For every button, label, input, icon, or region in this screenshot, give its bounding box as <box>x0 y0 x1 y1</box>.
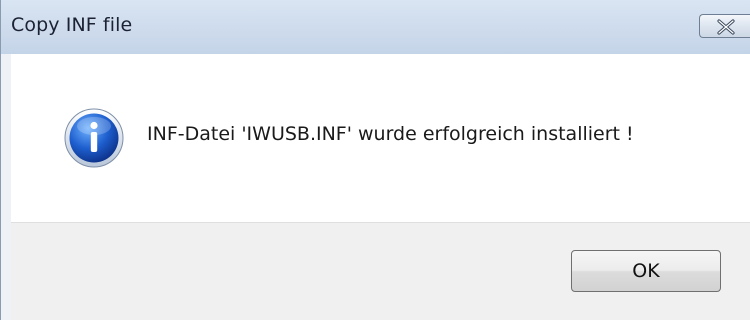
button-bar: OK <box>11 222 750 320</box>
close-icon <box>717 19 735 35</box>
dialog-title: Copy INF file <box>11 14 133 36</box>
close-button[interactable] <box>699 14 750 38</box>
dialog-message: INF-Datei 'IWUSB.INF' wurde erfolgreich … <box>147 123 634 145</box>
ok-button[interactable]: OK <box>571 250 721 292</box>
info-icon <box>64 108 124 168</box>
dialog-window: Copy INF file INF-Datei 'IWUSB.INF' wurd… <box>0 0 750 320</box>
message-area: INF-Datei 'IWUSB.INF' wurde erfolgreich … <box>11 54 750 222</box>
title-bar[interactable]: Copy INF file <box>1 0 750 54</box>
dialog-body: INF-Datei 'IWUSB.INF' wurde erfolgreich … <box>11 54 750 320</box>
